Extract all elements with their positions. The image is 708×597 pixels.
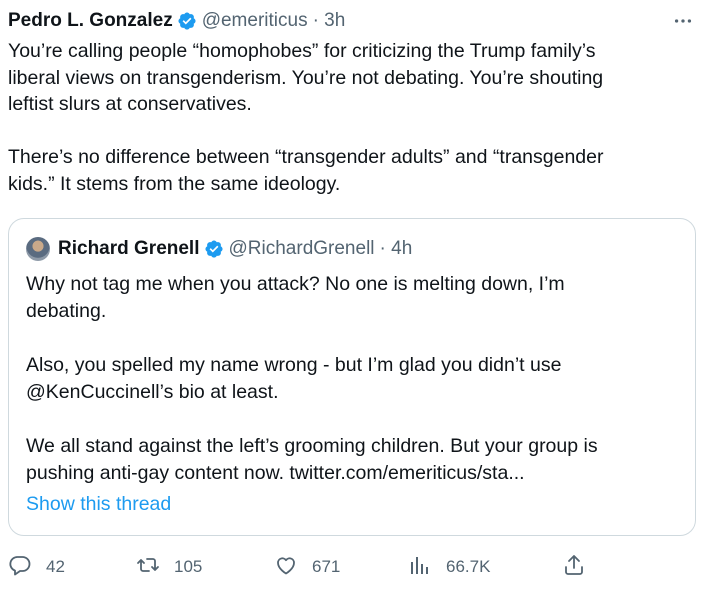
reply-icon (8, 553, 32, 582)
reply-button[interactable]: 42 (8, 552, 65, 582)
share-icon (562, 553, 586, 582)
like-count: 671 (312, 557, 341, 576)
tweet: Pedro L. Gonzalez @emeriticus · 3h You’r… (0, 0, 708, 597)
quote-header: Richard Grenell @RichardGrenell · 4h (26, 236, 412, 262)
quote-time: · 4h (379, 238, 413, 259)
views-button[interactable]: 66.7K (408, 552, 490, 582)
reply-count: 42 (46, 557, 65, 576)
author-handle[interactable]: @emeriticus (202, 10, 308, 32)
like-icon (274, 553, 298, 582)
avatar[interactable] (26, 237, 50, 261)
quote-author-handle: @RichardGrenell (228, 238, 375, 259)
tweet-header: Pedro L. Gonzalez @emeriticus · 3h (8, 8, 345, 34)
views-count: 66.7K (446, 557, 491, 576)
author-name[interactable]: Pedro L. Gonzalez (8, 10, 173, 32)
retweet-icon (136, 553, 160, 582)
verified-badge-icon (204, 239, 224, 259)
quote-author-name: Richard Grenell (58, 238, 200, 259)
like-button[interactable]: 671 (274, 552, 340, 582)
retweet-count: 105 (174, 557, 203, 576)
more-icon[interactable] (672, 10, 694, 32)
show-thread-link[interactable]: Show this thread (26, 493, 171, 516)
tweet-time[interactable]: · 3h (313, 10, 346, 32)
share-button[interactable] (562, 552, 586, 582)
quoted-tweet[interactable]: Richard Grenell @RichardGrenell · 4h Why… (8, 218, 696, 536)
retweet-button[interactable]: 105 (136, 552, 202, 582)
tweet-text: You’re calling people “homophobes” for c… (8, 40, 604, 195)
verified-badge-icon (177, 11, 197, 31)
views-icon (408, 553, 432, 582)
action-bar: 42 105 671 66.7K (0, 552, 708, 582)
quote-text: Why not tag me when you attack? No one i… (26, 273, 598, 484)
